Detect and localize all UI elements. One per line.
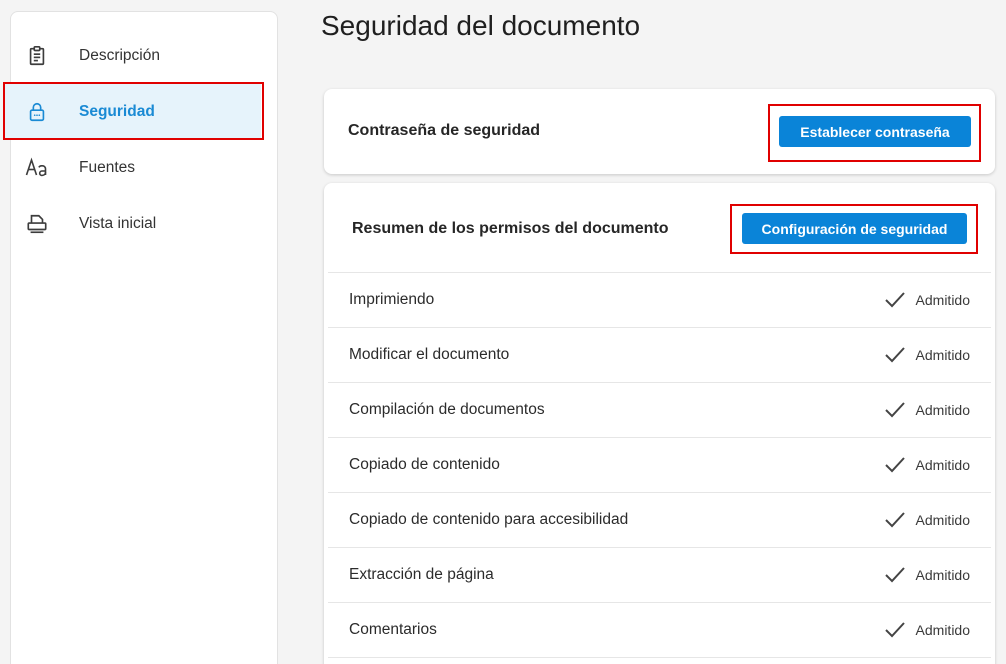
permission-status-text: Admitido xyxy=(915,622,970,638)
sidebar-item-label: Descripción xyxy=(79,47,160,64)
sidebar-item-seguridad[interactable]: Seguridad xyxy=(5,84,261,140)
permission-status: Admitido xyxy=(884,401,970,419)
sidebar-item-fuentes[interactable]: Fuentes xyxy=(11,140,277,196)
permission-status-text: Admitido xyxy=(915,292,970,308)
permission-row-accesibilidad: Copiado de contenido para accesibilidad … xyxy=(328,493,991,548)
printer-icon xyxy=(25,212,49,236)
permission-status: Admitido xyxy=(884,456,970,474)
permission-name: Copiado de contenido para accesibilidad xyxy=(349,511,629,528)
permission-status: Admitido xyxy=(884,566,970,584)
sidebar-item-label: Fuentes xyxy=(79,159,136,176)
permission-status: Admitido xyxy=(884,346,970,364)
permissions-card: Resumen de los permisos del documento Co… xyxy=(324,183,995,664)
permission-status: Admitido xyxy=(884,291,970,309)
permission-row-extraccion: Extracción de página Admitido xyxy=(328,548,991,603)
check-icon xyxy=(884,512,905,528)
set-password-button[interactable]: Establecer contraseña xyxy=(779,116,971,147)
sidebar-item-label: Seguridad xyxy=(79,103,155,120)
check-icon xyxy=(884,457,905,473)
permissions-list: Imprimiendo Admitido Modificar el docume… xyxy=(328,272,991,658)
permission-row-compilacion: Compilación de documentos Admitido xyxy=(328,383,991,438)
lock-icon xyxy=(25,100,49,124)
permission-name: Modificar el documento xyxy=(349,346,510,363)
permission-status: Admitido xyxy=(884,621,970,639)
permission-name: Extracción de página xyxy=(349,566,494,583)
password-label: Contraseña de seguridad xyxy=(348,122,541,139)
permission-row-modificar: Modificar el documento Admitido xyxy=(328,328,991,383)
permission-row-copiado: Copiado de contenido Admitido xyxy=(328,438,991,493)
font-aa-icon xyxy=(25,156,49,180)
sidebar-item-vista-inicial[interactable]: Vista inicial xyxy=(11,196,277,252)
check-icon xyxy=(884,622,905,638)
permission-row-imprimiendo: Imprimiendo Admitido xyxy=(328,273,991,328)
permission-status-text: Admitido xyxy=(915,347,970,363)
check-icon xyxy=(884,402,905,418)
permission-status-text: Admitido xyxy=(915,512,970,528)
security-settings-button[interactable]: Configuración de seguridad xyxy=(742,213,967,244)
sidebar-item-label: Vista inicial xyxy=(79,215,157,232)
permission-row-comentarios: Comentarios Admitido xyxy=(328,603,991,658)
permissions-label: Resumen de los permisos del documento xyxy=(352,220,669,237)
permission-name: Imprimiendo xyxy=(349,291,435,308)
permission-name: Compilación de documentos xyxy=(349,401,545,418)
page-title: Seguridad del documento xyxy=(321,10,641,41)
permission-status: Admitido xyxy=(884,511,970,529)
permission-status-text: Admitido xyxy=(915,402,970,418)
password-card: Contraseña de seguridad Establecer contr… xyxy=(324,89,995,174)
permission-status-text: Admitido xyxy=(915,457,970,473)
sidebar: Descripción Seguridad Fuentes Vista inic… xyxy=(5,11,278,664)
permission-name: Copiado de contenido xyxy=(349,456,500,473)
sidebar-item-descripcion[interactable]: Descripción xyxy=(11,28,277,84)
permission-status-text: Admitido xyxy=(915,567,970,583)
check-icon xyxy=(884,567,905,583)
check-icon xyxy=(884,347,905,363)
clipboard-icon xyxy=(25,44,49,68)
check-icon xyxy=(884,292,905,308)
permission-name: Comentarios xyxy=(349,621,437,638)
